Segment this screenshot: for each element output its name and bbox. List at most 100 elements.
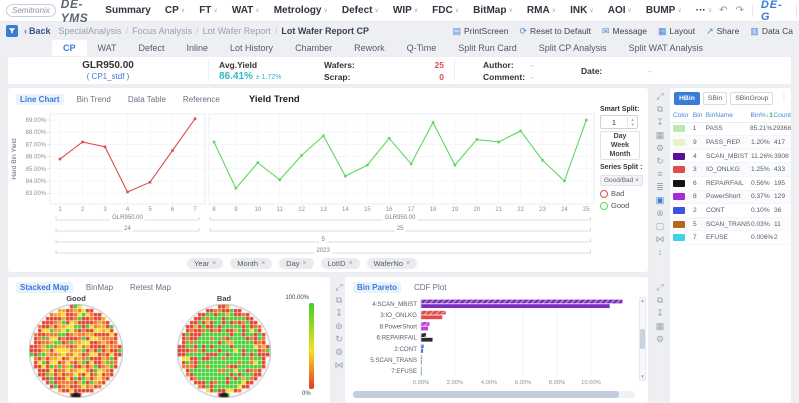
screenshot-icon[interactable]: ⧉: [657, 296, 663, 305]
layout-button[interactable]: ▦Layout: [658, 26, 695, 37]
scrollbar-thumb[interactable]: [353, 391, 619, 398]
tab-rework[interactable]: Rework: [343, 40, 396, 56]
table-row[interactable]: 8PowerShort0.37%129: [670, 191, 791, 205]
nav-item-aoi[interactable]: AOI∨: [608, 5, 632, 16]
vertical-scrollbar[interactable]: ▲ ▼: [639, 297, 646, 381]
columns-icon[interactable]: ≣: [656, 183, 664, 192]
breadcrumb-item[interactable]: Lot Wafer Report CP: [281, 26, 369, 36]
sort-descending-icon[interactable]: ↓1: [766, 112, 773, 119]
rows-icon[interactable]: ≡: [657, 170, 662, 179]
tab-split-cp-analysis[interactable]: Split CP Analysis: [528, 40, 618, 56]
tab-stacked-map[interactable]: Stacked Map: [16, 282, 73, 293]
tab-chamber[interactable]: Chamber: [284, 40, 343, 56]
breadcrumb-item[interactable]: Lot Wafer Report: [203, 26, 271, 36]
nav-item-bitmap[interactable]: BitMap∨: [473, 5, 513, 16]
nav-item-defect[interactable]: Defect∨: [342, 5, 379, 16]
horizontal-scrollbar[interactable]: [353, 391, 635, 398]
nav-item-ink[interactable]: INK∨: [570, 5, 594, 16]
swap-vertical-icon[interactable]: ↕: [658, 248, 663, 257]
nav-item-fdc[interactable]: FDC∨: [432, 5, 459, 16]
nav-item-metrology[interactable]: Metrology∨: [274, 5, 328, 16]
reset-to-default-button[interactable]: ⟳Reset to Default: [519, 26, 591, 37]
download-icon[interactable]: ↧: [335, 309, 343, 318]
close-icon[interactable]: ×: [261, 260, 265, 267]
download-icon[interactable]: ↧: [656, 118, 664, 127]
legend-good[interactable]: Good: [600, 201, 646, 210]
printscreen-button[interactable]: ▤PrintScreen: [453, 26, 509, 37]
nav-item-wip[interactable]: WIP∨: [393, 5, 418, 16]
tab-bin-trend[interactable]: Bin Trend: [73, 94, 115, 105]
filter-chip-day[interactable]: Day×: [279, 258, 313, 269]
tab-data-table[interactable]: Data Table: [124, 94, 170, 105]
tab-sbin[interactable]: SBin: [703, 92, 727, 105]
close-icon[interactable]: ×: [303, 260, 307, 267]
tab-retest-map[interactable]: Retest Map: [126, 282, 175, 293]
scrollbar-thumb[interactable]: [640, 329, 645, 349]
column-header-binname[interactable]: BinName: [706, 112, 751, 119]
tab-bin-pareto[interactable]: Bin Pareto: [353, 282, 401, 293]
legend-bad[interactable]: Bad: [600, 189, 646, 198]
nav-item-wat[interactable]: WAT∨: [232, 5, 260, 16]
column-header-color[interactable]: Color: [673, 112, 693, 119]
more-icon[interactable]: ⋮: [780, 93, 788, 102]
filter-icon[interactable]: [6, 25, 18, 37]
series-split-chip[interactable]: Good/Bad ×: [600, 175, 643, 186]
tab-inline[interactable]: Inline: [176, 40, 220, 56]
target-icon[interactable]: ⊛: [335, 322, 343, 331]
close-icon[interactable]: ×: [406, 260, 410, 267]
scroll-up-icon[interactable]: ▲: [640, 298, 644, 304]
remove-circle-icon[interactable]: ⊗: [656, 209, 664, 218]
stepper-arrows-icon[interactable]: ▴▾: [627, 117, 637, 127]
column-header-count[interactable]: Count: [773, 112, 791, 119]
expand-icon[interactable]: ⤢: [335, 283, 342, 292]
image-icon[interactable]: ▦: [656, 322, 665, 331]
tab-binmap[interactable]: BinMap: [82, 282, 117, 293]
split-option-week[interactable]: Week: [601, 141, 639, 150]
screenshot-icon[interactable]: ⧉: [657, 105, 663, 114]
table-row[interactable]: 2CONT0.10%36: [670, 204, 791, 218]
settings-icon[interactable]: ⚙: [656, 144, 664, 153]
image-icon[interactable]: ▦: [656, 131, 665, 140]
share-button[interactable]: ↗Share: [706, 26, 739, 37]
table-row[interactable]: 6REPAIRFAIL0.56%195: [670, 177, 791, 191]
breadcrumb-item[interactable]: Focus Analysis: [132, 26, 192, 36]
tab-reference[interactable]: Reference: [179, 94, 224, 105]
filter-chip-year[interactable]: Year×: [187, 258, 223, 269]
table-row[interactable]: 3IO_ONLKG1.25%433: [670, 163, 791, 177]
scroll-down-icon[interactable]: ▼: [640, 374, 644, 380]
undo-icon[interactable]: ↶: [719, 5, 727, 16]
tab-split-wat-analysis[interactable]: Split WAT Analysis: [618, 40, 714, 56]
tab-sbingroup[interactable]: SBinGroup: [730, 92, 773, 105]
close-icon[interactable]: ×: [212, 260, 216, 267]
filter-chip-lotid[interactable]: LotID×: [321, 258, 360, 269]
tab-defect[interactable]: Defect: [128, 40, 176, 56]
sublot-link[interactable]: ( CP1_stdf ): [87, 72, 130, 81]
tab-hbin[interactable]: HBin: [674, 92, 700, 105]
message-button[interactable]: ✉Message: [602, 26, 647, 37]
swap-horizontal-icon[interactable]: ⋈: [656, 235, 665, 244]
nav-item-cp[interactable]: CP∨: [165, 5, 185, 16]
settings-icon[interactable]: ⚙: [335, 348, 343, 357]
tab-lot-history[interactable]: Lot History: [219, 40, 284, 56]
split-option-day[interactable]: Day: [601, 132, 639, 141]
table-row[interactable]: 5SCAN_TRANS0.03%11: [670, 218, 791, 232]
table-row[interactable]: 7EFUSE0.006%2: [670, 231, 791, 245]
expand-icon[interactable]: ⤢: [656, 92, 663, 101]
tab-q-time[interactable]: Q-Time: [396, 40, 448, 56]
nav-item-bump[interactable]: BUMP∨: [646, 5, 682, 16]
expand-icon[interactable]: ⤢: [656, 283, 663, 292]
split-option-month[interactable]: Month: [601, 150, 639, 159]
column-header-bin[interactable]: Bin: [693, 112, 706, 119]
data-ca-button[interactable]: ▥Data Ca: [750, 26, 793, 37]
tab-cdf-plot[interactable]: CDF Plot: [410, 282, 450, 293]
download-icon[interactable]: ↧: [656, 309, 664, 318]
back-button[interactable]: ‹Back: [24, 26, 51, 36]
redo-icon[interactable]: ↷: [736, 5, 744, 16]
nav-item-rma[interactable]: RMA∨: [527, 5, 556, 16]
settings-icon[interactable]: ⚙: [656, 335, 664, 344]
refresh-icon[interactable]: ↻: [656, 157, 664, 166]
tab-line-chart[interactable]: Line Chart: [16, 94, 64, 105]
table-row[interactable]: 9PASS_REP1.20%417: [670, 136, 791, 150]
filter-chip-waferno[interactable]: WaferNo×: [367, 258, 417, 269]
tab-cp[interactable]: CP: [52, 40, 87, 56]
